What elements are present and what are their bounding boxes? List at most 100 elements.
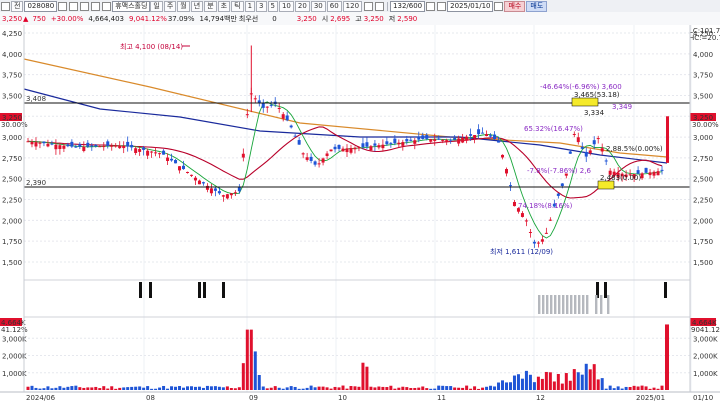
chart-background (0, 25, 720, 404)
price-tick-left: 1,500 (2, 259, 22, 267)
candle-body (512, 201, 516, 207)
candle-body (317, 163, 321, 165)
volume-bar (624, 386, 628, 390)
dropdown-icon[interactable] (1, 1, 10, 11)
date-field[interactable]: 2025/01/10 (447, 0, 494, 12)
candle-body (122, 145, 126, 149)
view-select[interactable]: 전 (11, 0, 24, 12)
volume-bar (365, 366, 369, 390)
support-label: 2,390 (26, 179, 46, 187)
sell-button[interactable]: 매도 (526, 0, 548, 12)
link-icon[interactable] (102, 1, 112, 11)
volume-bar (600, 378, 604, 390)
search-icon[interactable] (58, 1, 68, 11)
current-price: 3,250 (2, 14, 23, 23)
interval-30-button[interactable]: 30 (310, 0, 326, 12)
price-tick-right: 3,000 (693, 134, 713, 142)
volume-bar (660, 385, 664, 390)
volume-bar (289, 386, 293, 390)
quote-info-bar: 3,250 ▲ 750 +30.00% 4,664,403 9,041.12% … (0, 12, 720, 26)
period-week-button[interactable]: 주 (163, 0, 177, 12)
candle-body (349, 148, 353, 153)
interval-10-button[interactable]: 10 (278, 0, 294, 12)
volume-bar (142, 387, 146, 390)
volume-bar (58, 386, 62, 390)
candle-body (269, 104, 273, 106)
interval-120-button[interactable]: 120 (342, 0, 363, 12)
stock-name-field[interactable]: 휴맥스홀딩 (112, 0, 151, 12)
volume-bar (620, 388, 624, 390)
interval-5-button[interactable]: 5 (267, 0, 278, 12)
caret-down-icon[interactable] (69, 1, 79, 11)
volume-bar (193, 386, 197, 390)
stock-chart[interactable]: 4,2504,0003,7503,5003,2503,0002,7502,500… (0, 25, 720, 404)
candle-body (170, 158, 174, 161)
volume-bar (644, 386, 648, 390)
buy-button[interactable]: 매수 (504, 0, 526, 12)
stock-code-input[interactable]: 028080 (24, 0, 58, 12)
prev-icon[interactable] (80, 1, 90, 11)
candle-body (102, 146, 106, 148)
star-icon[interactable] (91, 1, 101, 11)
volume-bar (473, 386, 477, 390)
dropdown-arrow-icon[interactable] (494, 1, 504, 11)
candle-body (560, 183, 564, 187)
volume-bar (201, 387, 205, 390)
settings-icon[interactable] (375, 1, 385, 11)
volume-bar (345, 388, 349, 390)
volume-bar (305, 387, 309, 390)
candle-body (138, 149, 142, 152)
volume-bar (453, 387, 457, 390)
candle-body (600, 148, 604, 152)
volume-bar (90, 387, 94, 390)
candle-body (130, 144, 134, 148)
count-field[interactable]: 132/600 (390, 0, 426, 12)
volume-bar (401, 386, 405, 390)
price-change: 750 (32, 14, 46, 23)
signal-bar (607, 295, 610, 314)
period-day-button[interactable]: 일 (150, 0, 163, 12)
candle-body (293, 135, 297, 137)
fib-annotation-8: -7.8%(-7.86%) 2,6 (527, 167, 591, 175)
menu-icon[interactable] (364, 1, 374, 11)
volume-bar (588, 369, 592, 390)
candle-body (213, 188, 217, 191)
volume-bar (461, 387, 465, 390)
candle-body (481, 132, 485, 134)
interval-3-button[interactable]: 3 (256, 0, 267, 12)
period-minute-button[interactable]: 분 (204, 0, 217, 12)
calendar-icon[interactable] (437, 1, 447, 11)
interval-20-button[interactable]: 20 (294, 0, 310, 12)
volume-bar (309, 385, 313, 390)
volume-ratio: 9,041.12% (129, 14, 167, 23)
candle-body (329, 149, 333, 152)
open-price: 2,695 (330, 14, 351, 23)
period-second-button[interactable]: 초 (217, 0, 231, 12)
period-tick-button[interactable]: 틱 (231, 0, 244, 12)
candle-body (485, 134, 489, 136)
volume-bar (636, 386, 640, 390)
zoom-icon[interactable] (426, 1, 436, 11)
last-pct-right: 30.00% (692, 121, 719, 129)
period-year-button[interactable]: 년 (190, 0, 204, 12)
volume-bar (481, 387, 485, 390)
volume-bar (34, 387, 38, 390)
candle-body (78, 144, 82, 147)
volume-bar (74, 385, 78, 390)
volume-bar (285, 387, 289, 390)
volume-bar (508, 382, 512, 390)
interval-60-button[interactable]: 60 (326, 0, 342, 12)
volume-bar (78, 387, 82, 390)
resistance-label: 3,408 (26, 95, 46, 103)
period-month-button[interactable]: 월 (177, 0, 190, 12)
volume-bar (205, 385, 209, 390)
volume-bar (544, 371, 548, 390)
candle-body (377, 145, 381, 148)
signal-bar (604, 282, 607, 298)
date-label: 01/10 (693, 394, 713, 402)
volume-bar (94, 386, 98, 390)
interval-1-button[interactable]: 1 (244, 0, 256, 12)
volume-bar (126, 387, 130, 390)
volume: 4,664,403 (88, 14, 125, 23)
low-annotation: 최저 1,611 (12/09) (490, 247, 553, 256)
